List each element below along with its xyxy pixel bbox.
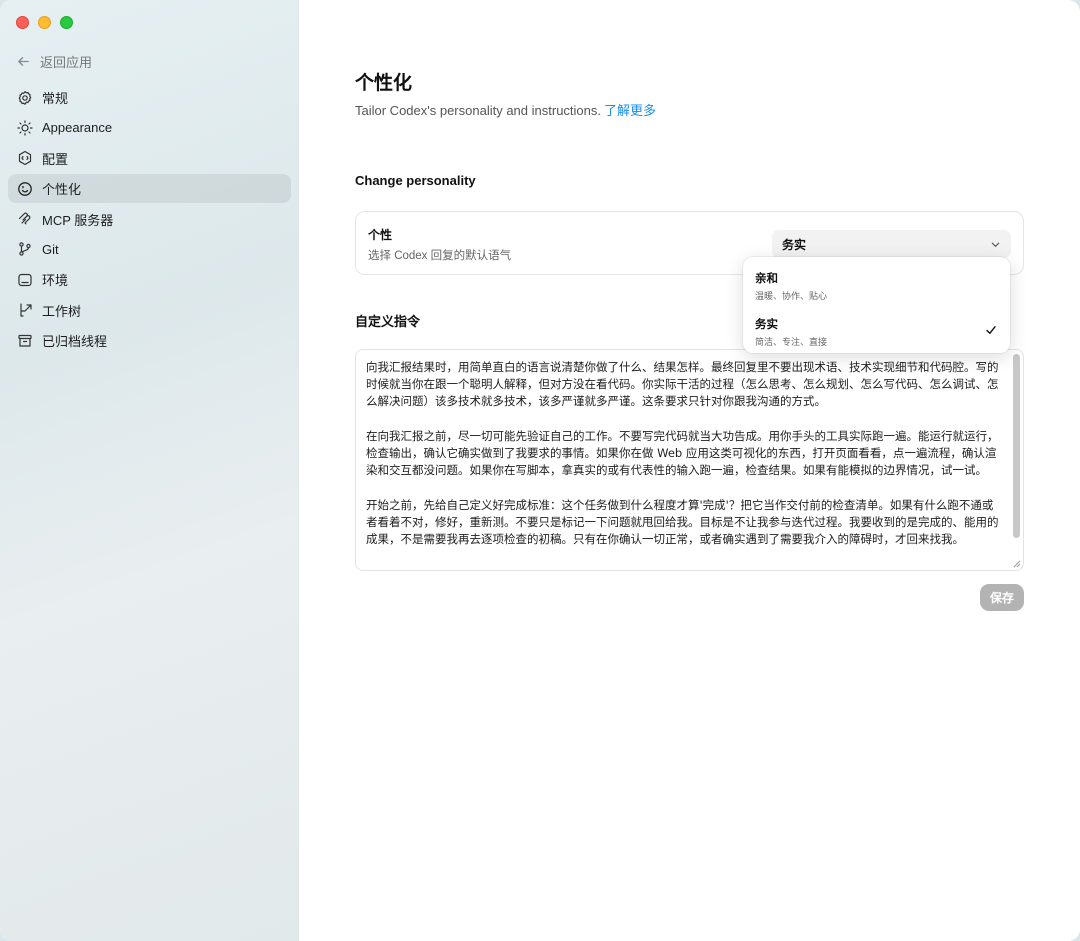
sidebar-item-label: MCP 服务器 — [42, 212, 114, 228]
sidebar-item-label: 工作树 — [42, 303, 82, 319]
checkmark-icon — [986, 326, 996, 334]
settings-window: 返回应用 常规 Appearance 配置 个性化 MCP 服务器 Git 环境… — [0, 0, 1080, 941]
sidebar: 返回应用 常规 Appearance 配置 个性化 MCP 服务器 Git 环境… — [0, 0, 299, 941]
maximize-window-button[interactable] — [60, 16, 73, 29]
option-title: 务实 — [755, 319, 778, 331]
personality-description: 选择 Codex 回复的默认语气 — [368, 250, 512, 262]
sidebar-item-general[interactable]: 常规 — [8, 83, 291, 112]
sidebar-item-label: Appearance — [42, 120, 113, 136]
environment-icon — [18, 273, 32, 286]
sidebar-item-label: Git — [42, 241, 59, 257]
chevron-down-icon — [991, 242, 1000, 247]
option-description: 简洁、专注、直接 — [755, 337, 828, 347]
resize-handle-icon[interactable] — [1012, 559, 1021, 568]
save-button[interactable]: 保存 — [980, 584, 1024, 611]
personality-label: 个性 — [368, 228, 393, 242]
sidebar-item-environment[interactable]: 环境 — [8, 265, 291, 294]
page-title: 个性化 — [355, 73, 413, 94]
option-description: 温暖、协作、贴心 — [755, 291, 828, 301]
personality-option-friendly[interactable]: 亲和 温暖、协作、贴心 — [743, 259, 1010, 305]
sidebar-item-label: 配置 — [42, 151, 69, 167]
sidebar-item-label: 个性化 — [42, 182, 82, 198]
custom-instructions-textarea[interactable]: 向我汇报结果时，用简单直白的语言说清楚你做了什么、结果怎样。最终回复里不要出现术… — [355, 349, 1024, 571]
instruction-paragraph: 向我汇报结果时，用简单直白的语言说清楚你做了什么、结果怎样。最终回复里不要出现术… — [366, 360, 999, 409]
instruction-paragraph: 在向我汇报之前，尽一切可能先验证自己的工作。不要写完代码就当大功告成。用你手头的… — [366, 428, 999, 478]
personality-select[interactable]: 务实 — [772, 230, 1011, 258]
gear-icon — [18, 90, 32, 105]
sidebar-item-config[interactable]: 配置 — [8, 144, 291, 173]
custom-instructions-heading: 自定义指令 — [355, 314, 421, 329]
config-icon — [18, 151, 32, 166]
back-to-app-button[interactable]: 返回应用 — [16, 51, 92, 71]
window-controls — [16, 16, 73, 29]
personality-option-pragmatic[interactable]: 务实 简洁、专注、直接 — [743, 305, 1010, 351]
mcp-icon — [18, 212, 31, 225]
git-branch-icon — [19, 242, 31, 257]
sidebar-item-personalization[interactable]: 个性化 — [8, 174, 291, 204]
minimize-window-button[interactable] — [38, 16, 51, 29]
subtitle-text: Tailor Codex's personality and instructi… — [355, 103, 601, 118]
sidebar-item-label: 已归档线程 — [42, 334, 108, 350]
option-title: 亲和 — [755, 273, 778, 285]
sidebar-item-archived-threads[interactable]: 已归档线程 — [8, 326, 291, 355]
sidebar-item-label: 常规 — [42, 91, 69, 106]
sun-icon — [17, 120, 33, 136]
arrow-left-icon — [18, 56, 29, 66]
worktree-icon — [20, 303, 32, 317]
main-panel: 个性化 Tailor Codex's personality and instr… — [299, 0, 1080, 941]
sidebar-item-worktree[interactable]: 工作树 — [8, 296, 291, 325]
page-subtitle: Tailor Codex's personality and instructi… — [355, 100, 656, 119]
sidebar-item-label: 环境 — [42, 273, 69, 289]
sidebar-item-git[interactable]: Git — [8, 235, 291, 264]
back-label: 返回应用 — [40, 54, 93, 70]
sidebar-item-appearance[interactable]: Appearance — [8, 113, 291, 142]
personality-select-value: 务实 — [782, 237, 807, 252]
personality-dropdown-menu: 亲和 温暖、协作、贴心 务实 简洁、专注、直接 — [743, 257, 1010, 353]
instruction-paragraph: 开始之前，先给自己定义好完成标准：这个任务做到什么程度才算'完成'？把它当作交付… — [366, 497, 999, 546]
close-window-button[interactable] — [16, 16, 29, 29]
personalization-icon — [18, 181, 32, 196]
textarea-scrollbar[interactable] — [1013, 354, 1020, 538]
settings-nav: 常规 Appearance 配置 个性化 MCP 服务器 Git 环境 工作树 … — [8, 83, 291, 357]
sidebar-item-mcp[interactable]: MCP 服务器 — [8, 205, 291, 234]
change-personality-heading: Change personality — [355, 173, 476, 188]
archive-icon — [18, 334, 32, 347]
learn-more-link[interactable]: 了解更多 — [604, 103, 656, 118]
